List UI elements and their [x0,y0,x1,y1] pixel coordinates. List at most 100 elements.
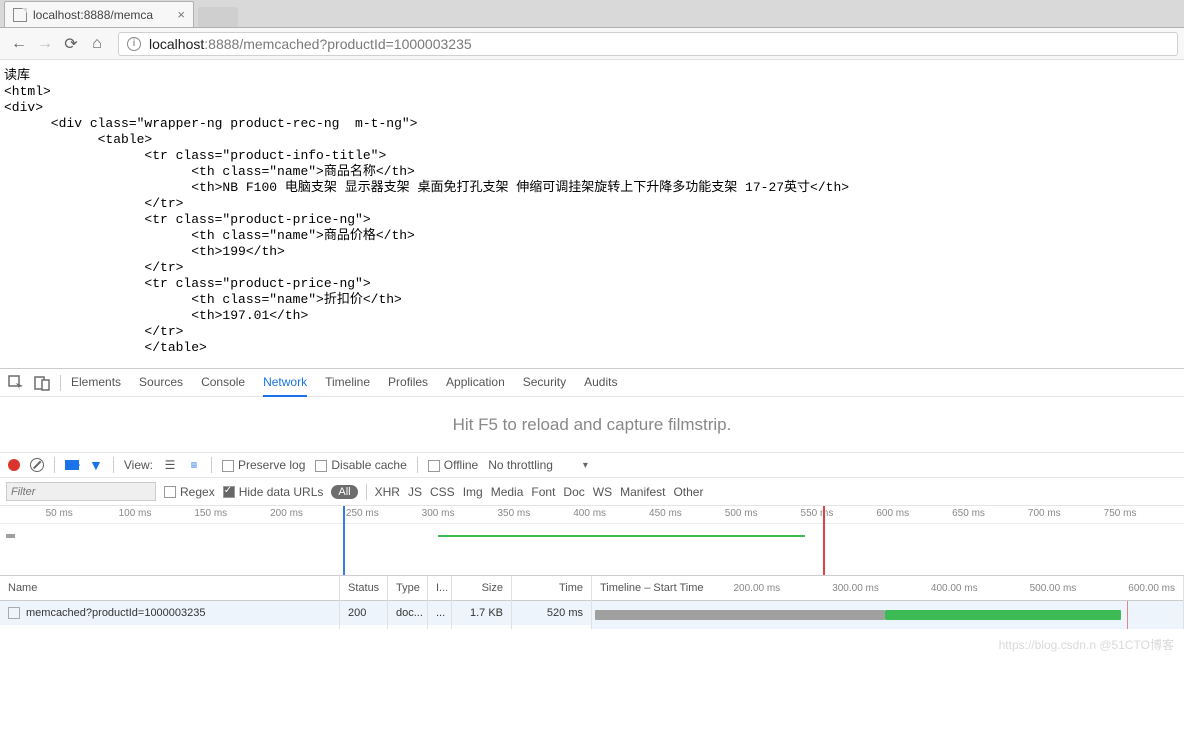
watermark: https://blog.csdn.n @51CTO博客 [999,636,1174,653]
tick-label: 300.00 ms [832,583,879,594]
text-line: <th>197.01</th> [4,308,1180,324]
text-line: <tr class="product-price-ng"> [4,212,1180,228]
col-time[interactable]: Time [512,576,591,601]
url-path: /memcached?productId=1000003235 [239,36,471,52]
tab-sources[interactable]: Sources [139,369,183,397]
tab-application[interactable]: Application [446,369,505,397]
filter-input[interactable] [6,482,156,501]
tick-label: 400.00 ms [931,583,978,594]
filter-js[interactable]: JS [408,485,422,499]
text-line: </tr> [4,260,1180,276]
filter-ws[interactable]: WS [593,485,612,499]
tab-console[interactable]: Console [201,369,245,397]
text-line: <tr class="product-price-ng"> [4,276,1180,292]
request-size-cell: 1.7 KB [452,601,511,625]
overview-bar-green [438,535,805,537]
tab-strip: localhost:8888/memca × [0,0,1184,28]
tick-label: 200 ms [270,508,303,519]
tab-title: localhost:8888/memca [33,8,153,22]
filter-all[interactable]: All [331,485,357,499]
filter-other[interactable]: Other [673,485,703,499]
inspect-icon[interactable] [8,375,24,391]
filter-xhr[interactable]: XHR [375,485,400,499]
home-button[interactable]: ⌂ [84,35,110,53]
col-size[interactable]: Size [452,576,511,601]
tab-audits[interactable]: Audits [584,369,617,397]
tab-network[interactable]: Network [263,369,307,397]
hide-data-urls-checkbox[interactable]: Hide data URLs [223,485,324,499]
tick-label: 750 ms [1104,508,1137,519]
url-port: :8888 [204,36,239,52]
tick-label: 400 ms [573,508,606,519]
tick-label: 550 ms [801,508,834,519]
device-toggle-icon[interactable] [34,375,50,391]
devtools-tabs: Elements Sources Console Network Timelin… [71,369,617,397]
site-info-icon[interactable]: i [127,37,141,51]
col-type[interactable]: Type [388,576,427,601]
col-initiator[interactable]: I... [428,576,451,601]
waterfall-download-bar [885,610,1121,620]
devtools-header: Elements Sources Console Network Timelin… [0,369,1184,397]
tick-label: 500.00 ms [1030,583,1077,594]
tick-label: 600.00 ms [1128,583,1175,594]
view-large-icon[interactable]: ☰ [163,458,177,472]
devtools-panel: Elements Sources Console Network Timelin… [0,368,1184,659]
tick-label: 250 ms [346,508,379,519]
tab-security[interactable]: Security [523,369,566,397]
tick-label: 600 ms [876,508,909,519]
divider [211,457,212,473]
filter-manifest[interactable]: Manifest [620,485,665,499]
throttling-dropdown[interactable]: No throttling▾ [488,458,588,472]
overview-bar [6,534,15,538]
tick-label: 300 ms [422,508,455,519]
text-line: <table> [4,132,1180,148]
col-name[interactable]: Name [0,576,339,601]
text-line: 读库 [4,68,1180,84]
text-line: <tr class="product-info-title"> [4,148,1180,164]
divider [54,457,55,473]
capture-screenshots-icon[interactable] [65,460,79,470]
request-type-cell: doc... [388,601,427,625]
reload-button[interactable]: ⟳ [58,34,84,54]
text-line: </tr> [4,196,1180,212]
page-content: 读库 <html> <div> <div class="wrapper-ng p… [0,60,1184,368]
tab-close-icon[interactable]: × [177,8,185,21]
filter-img[interactable]: Img [463,485,483,499]
tab-profiles[interactable]: Profiles [388,369,428,397]
filter-toggle-icon[interactable]: ▼ [89,457,103,473]
request-name-cell[interactable]: memcached?productId=1000003235 [0,601,339,625]
regex-checkbox[interactable]: Regex [164,485,215,499]
page-icon [13,8,27,22]
browser-tab[interactable]: localhost:8888/memca × [4,1,194,27]
view-small-icon[interactable]: ≡ [187,458,201,472]
request-initiator-cell: ... [428,601,451,625]
tab-elements[interactable]: Elements [71,369,121,397]
back-button[interactable]: ← [6,35,32,53]
tab-timeline[interactable]: Timeline [325,369,370,397]
filter-media[interactable]: Media [491,485,524,499]
filter-doc[interactable]: Doc [563,485,584,499]
tick-label: 450 ms [649,508,682,519]
url-host: localhost [149,36,204,52]
address-bar: ← → ⟳ ⌂ i localhost:8888/memcached?produ… [0,28,1184,60]
record-button[interactable] [8,459,20,471]
forward-button[interactable]: → [32,35,58,53]
tick-label: 50 ms [46,508,73,519]
text-line: </tr> [4,324,1180,340]
disable-cache-checkbox[interactable]: Disable cache [315,458,406,472]
new-tab-button[interactable] [198,7,238,27]
url-input[interactable]: i localhost:8888/memcached?productId=100… [118,32,1178,56]
tick-label: 350 ms [497,508,530,519]
filter-font[interactable]: Font [531,485,555,499]
col-status[interactable]: Status [340,576,387,601]
overview-timeline[interactable]: 50 ms 100 ms 150 ms 200 ms 250 ms 300 ms… [0,506,1184,576]
request-time-cell: 520 ms [512,601,591,625]
clear-button[interactable] [30,458,44,472]
preserve-log-checkbox[interactable]: Preserve log [222,458,305,472]
offline-checkbox[interactable]: Offline [428,458,478,472]
chevron-down-icon: ▾ [583,460,588,471]
col-waterfall[interactable]: Timeline – Start Time 200.00 ms 300.00 m… [592,576,1183,601]
filter-css[interactable]: CSS [430,485,455,499]
divider [113,457,114,473]
tick-label: 150 ms [194,508,227,519]
